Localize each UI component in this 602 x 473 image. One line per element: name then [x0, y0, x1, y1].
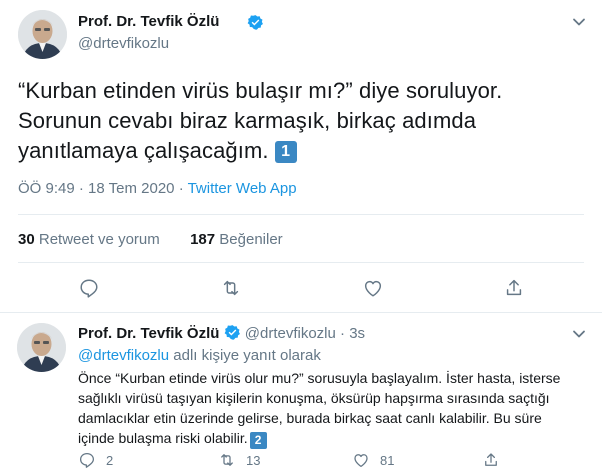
thread-number-badge: 2	[249, 432, 267, 449]
reply-author-avatar[interactable]	[17, 323, 66, 372]
tweet-meta: ÖÖ 9:49 · 18 Tem 2020 · Twitter Web App	[18, 180, 297, 197]
source-app-link[interactable]: Twitter Web App	[188, 180, 297, 197]
author-handle[interactable]: @drtevfikozlu	[78, 35, 169, 52]
like-stat[interactable]: 187 Beğeniler	[190, 231, 283, 248]
reply-count: 2	[106, 452, 114, 468]
replying-to: @drtevfikozlu adlı kişiye yanıt olarak	[78, 347, 321, 364]
divider	[18, 214, 584, 215]
share-icon	[485, 453, 497, 466]
thread-number-badge: 1	[274, 141, 297, 163]
like-action[interactable]: 81	[352, 451, 394, 469]
share-action[interactable]	[482, 451, 510, 469]
like-label: Beğeniler	[219, 231, 283, 248]
chevron-down-icon[interactable]	[571, 14, 587, 30]
heart-icon	[354, 454, 368, 468]
retweet-stat[interactable]: 30 Retweet ve yorum	[18, 231, 160, 248]
share-icon[interactable]	[503, 277, 525, 299]
retweet-icon[interactable]	[220, 277, 242, 299]
reply-text: Önce “Kurban etinde virüs olur mu?” soru…	[78, 368, 578, 449]
reply-author-name[interactable]: Prof. Dr. Tevfik Özlü	[78, 325, 219, 342]
author-avatar[interactable]	[18, 10, 67, 59]
main-tweet: Prof. Dr. Tevfik Özlü @drtevfikozlu “Kur…	[0, 0, 602, 313]
reply-icon	[79, 452, 95, 468]
chevron-down-icon[interactable]	[571, 326, 587, 342]
reply-author-handle[interactable]: @drtevfikozlu	[245, 325, 336, 342]
like-count: 187	[190, 231, 216, 248]
retweet-icon	[221, 454, 233, 466]
reply-icon[interactable]	[78, 277, 100, 299]
retweet-count: 30	[18, 231, 35, 248]
author-name[interactable]: Prof. Dr. Tevfik Özlü	[78, 13, 219, 30]
meta-separator: ·	[340, 325, 346, 342]
retweet-count: 13	[246, 452, 261, 468]
retweet-action[interactable]: 13	[218, 451, 260, 469]
replying-to-label: adlı kişiye yanıt olarak	[173, 347, 321, 364]
verified-badge-icon	[247, 14, 264, 31]
verified-badge-icon	[224, 324, 241, 341]
meta-separator: ·	[78, 180, 84, 197]
reply-age[interactable]: 3s	[349, 325, 365, 342]
tweet-date[interactable]: 18 Tem 2020	[88, 180, 174, 197]
tweet-stats: 30 Retweet ve yorum 187 Beğeniler	[18, 231, 283, 248]
reply-actions: 2 13 81	[78, 451, 578, 473]
replying-to-mention[interactable]: @drtevfikozlu	[78, 347, 169, 364]
tweet-time[interactable]: ÖÖ 9:49	[18, 180, 75, 197]
reply-header: Prof. Dr. Tevfik Özlü @drtevfikozlu · 3s	[78, 324, 365, 342]
heart-icon[interactable]	[362, 277, 384, 299]
reply-body: Önce “Kurban etinde virüs olur mu?” soru…	[78, 370, 561, 446]
like-count: 81	[380, 452, 395, 468]
retweet-label: Retweet ve yorum	[38, 231, 160, 248]
meta-separator: ·	[178, 180, 184, 197]
divider	[18, 262, 584, 263]
tweet-text: “Kurban etinden virüs bulaşır mı?” diye …	[18, 76, 578, 166]
tweet-body: “Kurban etinden virüs bulaşır mı?” diye …	[18, 78, 503, 163]
reply-action[interactable]: 2	[78, 451, 113, 469]
